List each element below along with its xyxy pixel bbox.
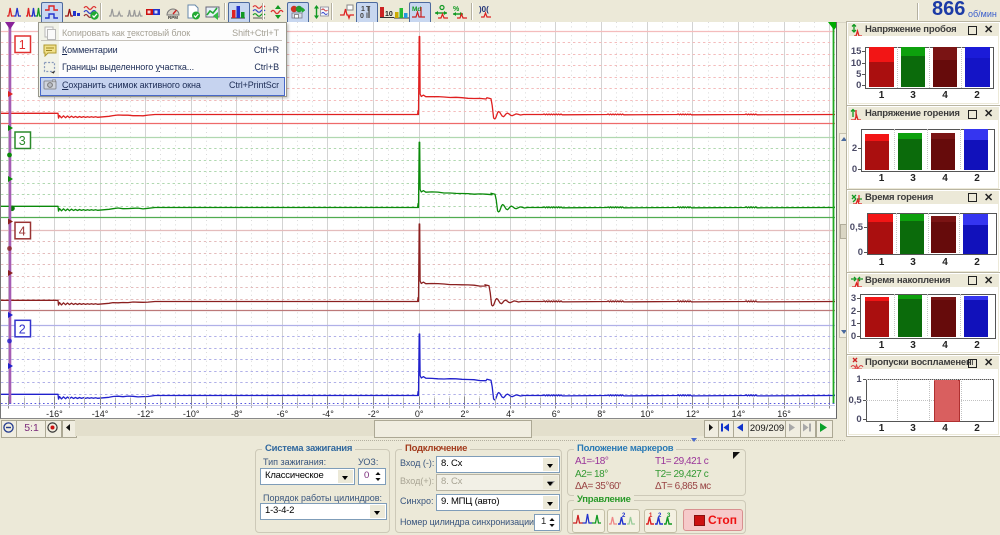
svg-text:1: 1 xyxy=(361,6,365,13)
svg-text:1: 1 xyxy=(649,513,653,519)
svg-text:2: 2 xyxy=(622,513,626,519)
svg-text:10°: 10° xyxy=(640,409,654,418)
svg-text:4: 4 xyxy=(19,224,26,238)
svg-text:-10°: -10° xyxy=(183,409,200,418)
svg-text:12°: 12° xyxy=(686,409,700,418)
svg-text:0°: 0° xyxy=(415,409,424,418)
svg-text:8°: 8° xyxy=(597,409,606,418)
svg-text:-4°: -4° xyxy=(322,409,334,418)
svg-text:-16°: -16° xyxy=(46,409,63,418)
svg-text:4°: 4° xyxy=(506,409,515,418)
svg-text:3: 3 xyxy=(19,134,26,148)
svg-text:6°: 6° xyxy=(552,409,561,418)
svg-text:-8°: -8° xyxy=(231,409,243,418)
svg-text:-6°: -6° xyxy=(277,409,289,418)
svg-text:2: 2 xyxy=(658,513,662,519)
svg-text:-2°: -2° xyxy=(368,409,380,418)
svg-text:)0(: )0( xyxy=(479,5,489,14)
svg-text:RPM: RPM xyxy=(168,15,178,20)
svg-text:1: 1 xyxy=(19,38,26,52)
svg-text:14°: 14° xyxy=(732,409,746,418)
svg-text:2: 2 xyxy=(19,322,26,336)
svg-text:-12°: -12° xyxy=(137,409,154,418)
svg-text:-14°: -14° xyxy=(92,409,109,418)
svg-text:Md: Md xyxy=(412,6,421,13)
svg-text:16°: 16° xyxy=(777,409,791,418)
svg-text:%: % xyxy=(453,6,460,13)
svg-text:3: 3 xyxy=(667,513,671,519)
svg-text:2°: 2° xyxy=(460,409,469,418)
svg-text:0: 0 xyxy=(360,13,364,20)
svg-text:l: l xyxy=(366,13,368,20)
